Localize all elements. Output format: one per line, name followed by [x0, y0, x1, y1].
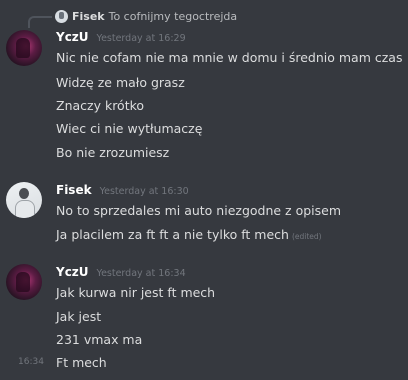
message-text-edited: Ja placilem za ft ft a nie tylko ft mech… — [56, 227, 322, 242]
message-text: 231 vmax ma — [56, 332, 143, 347]
chat-message-list: Fisek To cofnijmy tegoctrejda YczU Yeste… — [0, 0, 408, 380]
hover-timestamp: 16:34 — [18, 357, 44, 367]
username[interactable]: Fisek — [56, 183, 92, 197]
reply-preview-text[interactable]: To cofnijmy tegoctrejda — [109, 10, 238, 23]
message-text: Ja placilem za ft ft a nie tylko ft mech — [56, 227, 289, 242]
message-text: Widzę ze mało grasz — [56, 75, 185, 90]
message-text: Nic nie cofam nie ma mnie w domu i średn… — [56, 50, 403, 65]
reply-connector — [28, 16, 52, 28]
timestamp: Yesterday at 16:29 — [96, 33, 186, 44]
username[interactable]: YczU — [56, 30, 89, 44]
avatar[interactable] — [6, 264, 42, 300]
message-text: Wiec ci nie wytłumaczę — [56, 121, 203, 136]
reply-reference[interactable]: Fisek To cofnijmy tegoctrejda — [55, 8, 237, 24]
message-text: Jak kurwa nir jest ft mech — [56, 285, 216, 300]
message-text: Jak jest — [56, 309, 102, 324]
username[interactable]: YczU — [56, 265, 89, 279]
message-text: Bo nie zrozumiesz — [56, 145, 170, 160]
avatar[interactable] — [6, 182, 42, 218]
message-text: Znaczy krótko — [56, 98, 145, 113]
message-header: YczU Yesterday at 16:34 — [56, 265, 186, 279]
avatar[interactable] — [6, 30, 42, 66]
timestamp: Yesterday at 16:30 — [99, 186, 189, 197]
timestamp: Yesterday at 16:34 — [96, 268, 186, 279]
message-text: Ft mech — [56, 355, 107, 370]
message-header: YczU Yesterday at 16:29 — [56, 30, 186, 44]
edited-label: (edited) — [291, 232, 322, 241]
message-header: Fisek Yesterday at 16:30 — [56, 183, 189, 197]
reply-author-avatar[interactable] — [55, 9, 68, 23]
message-text: No to sprzedales mi auto niezgodne z opi… — [56, 203, 342, 218]
reply-author-name[interactable]: Fisek — [72, 10, 105, 23]
